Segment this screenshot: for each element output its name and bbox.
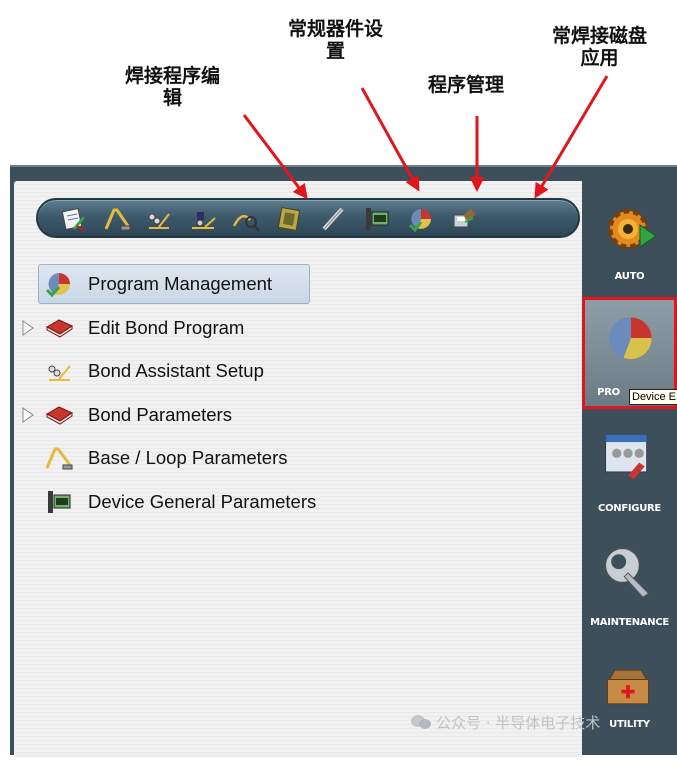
tree-item-device-general-parameters[interactable]: Device General Parameters: [14, 481, 574, 523]
callout-text: 焊接程序编 辑: [125, 65, 221, 109]
toolbox-icon: [607, 669, 649, 705]
maintenance-label: MAINTENANCE: [590, 617, 669, 628]
mode-sidebar: AUTO PRO Device E CONFIGURE MAINTENANCE …: [582, 181, 677, 757]
configure-button[interactable]: CONFIGURE: [582, 429, 677, 529]
wrench-icon: [605, 548, 650, 598]
callout-common-bond-disk-app: 常焊接磁盘 应用: [552, 25, 647, 69]
auto-button[interactable]: AUTO: [582, 197, 677, 297]
red-book-icon: [45, 318, 74, 338]
bonder-app-window: Program Management Edit Bond Program Bon…: [10, 165, 677, 757]
program-button[interactable]: PRO Device E: [582, 297, 677, 409]
wechat-icon: [411, 715, 431, 729]
base-loop-icon: [45, 447, 73, 470]
device-general-icon: [366, 208, 389, 230]
tooltip: Device E: [629, 389, 677, 405]
tree-item-edit-bond-program[interactable]: Edit Bond Program: [14, 307, 574, 349]
chip-device-icon: [277, 207, 301, 231]
toolbar-bond-setup-button[interactable]: [188, 205, 218, 233]
maintenance-button[interactable]: MAINTENANCE: [582, 543, 677, 643]
tree-item-bond-parameters[interactable]: Bond Parameters: [14, 394, 574, 436]
toolbar-program-management-button[interactable]: [406, 205, 436, 233]
disk-application-icon: [453, 209, 476, 228]
auto-label: AUTO: [614, 271, 645, 282]
bond-setup-icon: [192, 212, 216, 229]
gear-play-icon: [607, 208, 657, 250]
callout-weld-program-edit: 焊接程序编 辑: [125, 65, 220, 109]
tree-item-label: Device General Parameters: [88, 490, 317, 512]
toolbar-chip-device-button[interactable]: [274, 205, 304, 233]
toolbar-bond-assistant-button[interactable]: [144, 205, 174, 233]
callout-text: 常规器件设 置: [288, 18, 384, 62]
bond-assistant-icon: [48, 365, 71, 381]
tree-item-bond-assistant-setup[interactable]: Bond Assistant Setup: [14, 350, 574, 392]
navigation-tree: Program Management Edit Bond Program Bon…: [14, 263, 574, 524]
utility-button[interactable]: UTILITY: [582, 659, 677, 759]
callout-text: 常焊接磁盘 应用: [552, 25, 648, 69]
toolbar-loop-search-button[interactable]: [231, 205, 261, 233]
toolbar-wire-button[interactable]: [318, 205, 348, 233]
tree-item-label: Program Management: [88, 273, 273, 294]
expand-arrow-icon[interactable]: [22, 319, 34, 336]
wire-icon: [322, 207, 344, 231]
toolbar-base-loop-button[interactable]: [102, 205, 132, 233]
callout-program-management: 程序管理: [428, 74, 504, 96]
configure-window-icon: [605, 434, 648, 480]
watermark-text: 公众号 · 半导体电子技术: [436, 714, 601, 732]
edit-program-icon: [61, 207, 85, 232]
tree-item-label: Bond Parameters: [88, 403, 232, 425]
tree-item-base-loop-parameters[interactable]: Base / Loop Parameters: [14, 437, 574, 479]
program-management-icon: [45, 273, 70, 298]
loop-search-icon: [232, 214, 260, 232]
toolbar-edit-program-button[interactable]: [58, 205, 88, 233]
toolbar: [36, 198, 580, 238]
tree-item-program-management[interactable]: Program Management: [14, 263, 574, 305]
configure-label: CONFIGURE: [598, 503, 661, 514]
pie-chart-icon: [608, 317, 652, 360]
device-general-icon: [48, 490, 71, 513]
main-panel: Program Management Edit Bond Program Bon…: [14, 181, 582, 757]
toolbar-disk-application-button[interactable]: [450, 205, 480, 233]
tree-item-label: Base / Loop Parameters: [88, 447, 288, 468]
base-loop-icon: [104, 208, 131, 231]
program-management-icon: [408, 209, 431, 232]
toolbar-device-general-button[interactable]: [362, 205, 392, 233]
callout-text: 程序管理: [428, 74, 505, 96]
tree-item-label: Bond Assistant Setup: [88, 360, 264, 381]
callout-general-device-settings: 常规器件设 置: [288, 18, 383, 62]
red-book-icon: [45, 405, 74, 425]
watermark: 公众号 · 半导体电子技术: [410, 712, 600, 733]
bond-assistant-icon: [148, 213, 170, 229]
tree-item-label: Edit Bond Program: [88, 316, 245, 338]
expand-arrow-icon[interactable]: [22, 406, 34, 423]
